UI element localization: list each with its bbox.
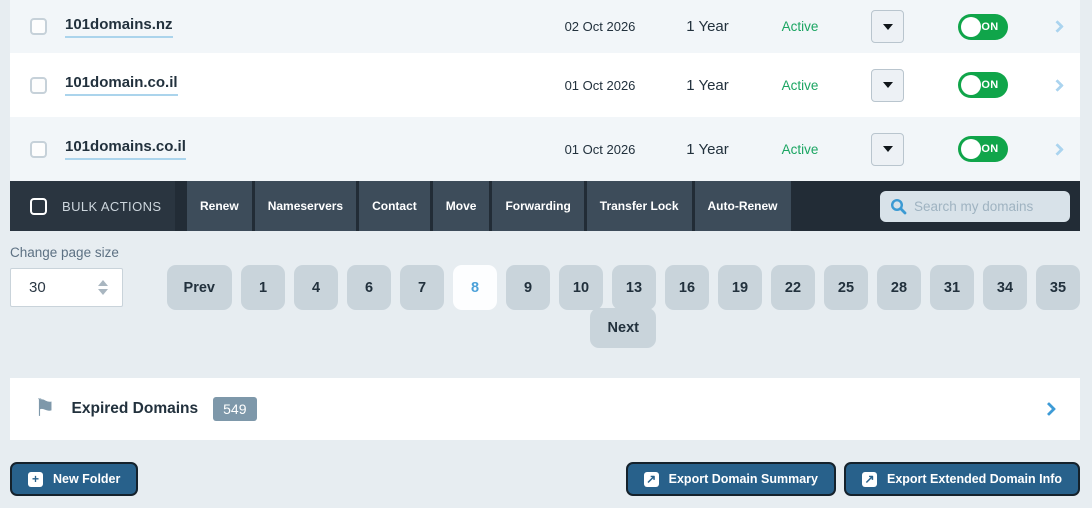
pagination-buttons: Prev 1 4 6 7 8 9 10 13 16 19 22 25 28 31…	[167, 265, 1080, 310]
expired-domains-title: Expired Domains	[72, 400, 199, 418]
term-label: 1 Year	[660, 141, 755, 158]
footer-actions: + New Folder ↗ Export Domain Summary ↗ E…	[10, 462, 1080, 496]
domain-row: 101domain.co.il 01 Oct 2026 1 Year Activ…	[10, 53, 1080, 117]
expired-count-badge: 549	[213, 397, 256, 421]
plus-icon: +	[28, 472, 43, 487]
chevron-right-icon[interactable]	[1051, 143, 1064, 156]
page-button[interactable]: 25	[824, 265, 868, 310]
domain-link[interactable]: 101domains.co.il	[65, 138, 186, 160]
page-button[interactable]: 19	[718, 265, 762, 310]
toggle-knob	[961, 139, 981, 159]
caret-down-icon	[883, 24, 893, 30]
flag-icon: ⚑	[34, 397, 56, 421]
bulk-renew-button[interactable]: Renew	[187, 181, 252, 231]
spinner-arrows-icon[interactable]	[98, 280, 108, 295]
row-actions-dropdown[interactable]	[871, 133, 904, 166]
toggle-knob	[961, 75, 981, 95]
export-icon: ↗	[644, 472, 659, 487]
status-label: Active	[755, 78, 845, 93]
select-all-checkbox[interactable]	[30, 198, 47, 215]
export-extended-domain-info-button[interactable]: ↗ Export Extended Domain Info	[844, 462, 1080, 496]
search-icon	[890, 198, 907, 215]
term-label: 1 Year	[660, 18, 755, 35]
page-button[interactable]: 22	[771, 265, 815, 310]
domain-search-box[interactable]	[880, 191, 1070, 222]
page-button[interactable]: 7	[400, 265, 444, 310]
domain-list: 101domains.nz 02 Oct 2026 1 Year Active …	[10, 0, 1080, 181]
bulk-actions-label: BULK ACTIONS	[62, 199, 161, 214]
page-button[interactable]: 13	[612, 265, 656, 310]
toggle-state-label: ON	[981, 143, 998, 155]
export-domain-summary-button[interactable]: ↗ Export Domain Summary	[626, 462, 836, 496]
toggle-state-label: ON	[981, 21, 998, 33]
bulk-forwarding-button[interactable]: Forwarding	[492, 181, 583, 231]
page-button[interactable]: 1	[241, 265, 285, 310]
page-button[interactable]: 35	[1036, 265, 1080, 310]
bulk-move-button[interactable]: Move	[433, 181, 490, 231]
export-extended-label: Export Extended Domain Info	[887, 472, 1062, 486]
row-actions-dropdown[interactable]	[871, 10, 904, 43]
row-checkbox[interactable]	[30, 141, 47, 158]
caret-down-icon	[883, 146, 893, 152]
domain-row: 101domains.co.il 01 Oct 2026 1 Year Acti…	[10, 117, 1080, 181]
page-size-label: Change page size	[10, 245, 1080, 260]
page-button[interactable]: 31	[930, 265, 974, 310]
page-button-current[interactable]: 8	[453, 265, 497, 310]
page-size-select[interactable]: 30	[10, 268, 123, 307]
chevron-right-icon[interactable]	[1051, 79, 1064, 92]
auto-renew-toggle[interactable]: ON	[958, 14, 1008, 40]
status-label: Active	[755, 142, 845, 157]
page-button[interactable]: 10	[559, 265, 603, 310]
toggle-state-label: ON	[981, 79, 998, 91]
bulk-actions-bar: BULK ACTIONS Renew Nameservers Contact M…	[10, 181, 1080, 231]
domain-row: 101domains.nz 02 Oct 2026 1 Year Active …	[10, 0, 1080, 53]
page-button[interactable]: 9	[506, 265, 550, 310]
search-input[interactable]	[914, 199, 1060, 214]
row-actions-dropdown[interactable]	[871, 69, 904, 102]
expiry-date: 01 Oct 2026	[540, 78, 660, 93]
term-label: 1 Year	[660, 77, 755, 94]
toggle-knob	[961, 17, 981, 37]
bulk-bar-spacer	[791, 181, 881, 231]
page-size-value: 30	[29, 279, 46, 296]
page-button[interactable]: 34	[983, 265, 1027, 310]
row-checkbox[interactable]	[30, 77, 47, 94]
auto-renew-toggle[interactable]: ON	[958, 136, 1008, 162]
pagination-section: Change page size 30 Prev 1 4 6 7 8 9 10 …	[0, 231, 1092, 348]
chevron-right-icon[interactable]	[1042, 402, 1056, 416]
page-button[interactable]: 4	[294, 265, 338, 310]
bulk-auto-renew-button[interactable]: Auto-Renew	[695, 181, 791, 231]
status-label: Active	[755, 19, 845, 34]
page-button[interactable]: 28	[877, 265, 921, 310]
export-summary-label: Export Domain Summary	[669, 472, 818, 486]
domain-link[interactable]: 101domains.nz	[65, 16, 173, 38]
bulk-actions-header: BULK ACTIONS	[10, 181, 175, 231]
row-checkbox[interactable]	[30, 18, 47, 35]
export-icon: ↗	[862, 472, 877, 487]
bulk-contact-button[interactable]: Contact	[359, 181, 430, 231]
expiry-date: 01 Oct 2026	[540, 142, 660, 157]
caret-down-icon	[883, 82, 893, 88]
bulk-nameservers-button[interactable]: Nameservers	[255, 181, 356, 231]
domain-link[interactable]: 101domain.co.il	[65, 74, 178, 96]
chevron-right-icon[interactable]	[1051, 20, 1064, 33]
auto-renew-toggle[interactable]: ON	[958, 72, 1008, 98]
expiry-date: 02 Oct 2026	[540, 19, 660, 34]
prev-page-button[interactable]: Prev	[167, 265, 232, 310]
page-button[interactable]: 16	[665, 265, 709, 310]
page-button[interactable]: 6	[347, 265, 391, 310]
new-folder-label: New Folder	[53, 472, 120, 486]
next-page-button[interactable]: Next	[590, 308, 656, 348]
expired-domains-row[interactable]: ⚑ Expired Domains 549	[10, 378, 1080, 440]
new-folder-button[interactable]: + New Folder	[10, 462, 138, 496]
bulk-transfer-lock-button[interactable]: Transfer Lock	[587, 181, 692, 231]
